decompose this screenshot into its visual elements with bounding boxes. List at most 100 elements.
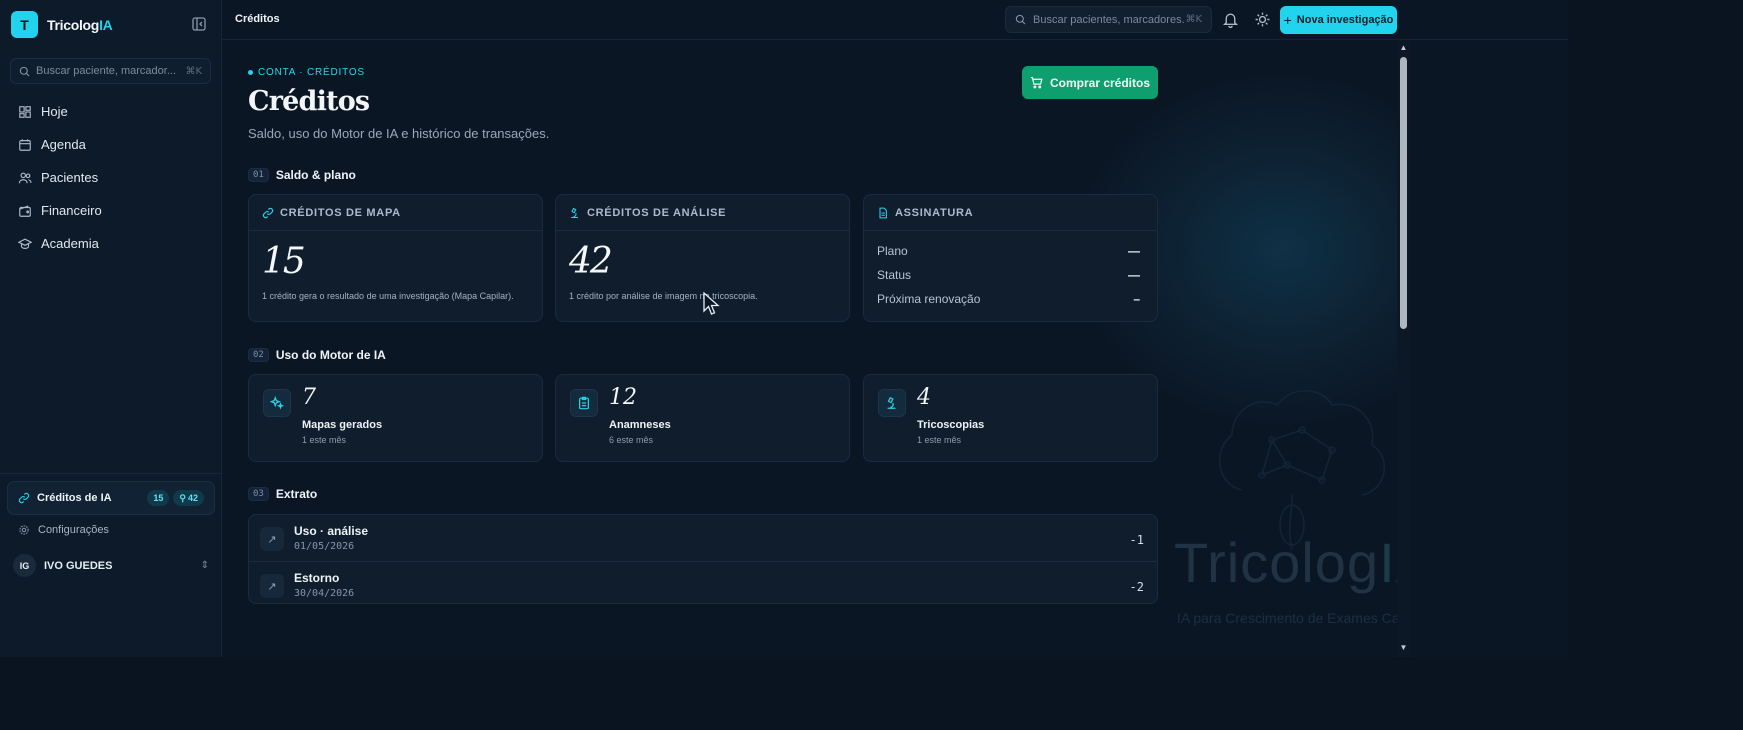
scroll-down-arrow-icon[interactable]: ▼ — [1399, 643, 1408, 652]
scrollbar-thumb[interactable] — [1400, 57, 1407, 329]
card-header: CRÉDITOS DE ANÁLISE — [556, 195, 849, 231]
transaction-date: 30/04/2026 — [294, 588, 355, 599]
avatar: IG — [13, 554, 36, 577]
section-usage-heading: 02 Uso do Motor de IA — [248, 348, 386, 362]
brand[interactable]: T TricologIA — [11, 11, 113, 38]
app-window: T TricologIA Buscar paciente, marcador..… — [0, 0, 1568, 657]
map-credits-note: 1 crédito gera o resultado de uma invest… — [262, 291, 514, 301]
sun-icon[interactable] — [1254, 11, 1271, 28]
sidebar-item-hoje[interactable]: Hoje — [10, 95, 212, 128]
sidebar-item-academia[interactable]: Academia — [10, 227, 212, 260]
link-icon — [18, 492, 30, 504]
new-investigation-label: Nova investigação — [1296, 14, 1394, 26]
analysis-credits-badge: ⚲ 42 — [173, 490, 204, 506]
microscope-icon — [571, 207, 578, 218]
transaction-title: Estorno — [294, 571, 340, 585]
anamneses-card: 12 Anamneses 6 este mês — [555, 374, 850, 462]
sidebar-collapse-icon[interactable] — [191, 16, 207, 32]
stat-value: 7 — [302, 385, 316, 410]
users-icon — [18, 172, 32, 183]
search-icon — [19, 66, 30, 76]
sidebar-item-label: Agenda — [41, 137, 86, 152]
dashboard-icon — [19, 105, 31, 118]
sidebar-item-label: Hoje — [41, 104, 68, 119]
stat-meta: 6 este mês — [609, 435, 654, 445]
cart-icon — [1030, 77, 1043, 89]
map-credits-value: 15 — [262, 241, 306, 282]
transactions-list: ↗ Uso · análise 01/05/2026 -1 ↗ Estorno … — [248, 514, 1158, 604]
transaction-row[interactable]: ↗ Uso · análise 01/05/2026 -1 — [249, 515, 1157, 562]
sidebar-search-input[interactable]: Buscar paciente, marcador... ⌘K — [10, 58, 211, 84]
calendar-icon — [19, 138, 31, 151]
gear-icon — [19, 525, 29, 535]
buy-credits-button[interactable]: Comprar créditos — [1022, 66, 1158, 99]
global-search-input[interactable]: Buscar pacientes, marcadores... ⌘K — [1005, 6, 1212, 33]
outer-background — [1568, 0, 1743, 730]
credits-label: Créditos de IA — [37, 492, 112, 504]
watermark-tagline: IA para Crescimento de Exames Capilares — [1177, 610, 1397, 626]
watermark-text: TricologIA — [1174, 531, 1397, 594]
dot-icon — [248, 70, 253, 75]
topbar-title: Créditos — [235, 13, 280, 25]
mouse-cursor-icon — [703, 292, 720, 315]
stat-meta: 1 este mês — [302, 435, 347, 445]
trichoscopies-card: 4 Tricoscopias 1 este mês — [863, 374, 1158, 462]
settings-label: Configurações — [38, 524, 109, 536]
subscription-card: ASSINATURA Plano — Status — Próxima renova… — [863, 194, 1158, 322]
renewal-row: Próxima renovação – — [877, 292, 1140, 306]
section-statement-heading: 03 Extrato — [248, 487, 317, 501]
breadcrumb: CONTA · CRÉDITOS — [248, 67, 365, 78]
stat-label: Tricoscopias — [917, 419, 985, 431]
map-credits-card: CRÉDITOS DE MAPA 15 1 crédito gera o res… — [248, 194, 543, 322]
chevron-up-down-icon: ⇕ — [200, 560, 209, 571]
section-balance-heading: 01 Saldo & plano — [248, 168, 356, 182]
bell-icon[interactable] — [1222, 11, 1239, 29]
stat-meta: 1 este mês — [917, 435, 962, 445]
stat-value: 4 — [917, 385, 931, 410]
transaction-row[interactable]: ↗ Estorno 30/04/2026 -2 — [249, 562, 1157, 603]
scroll-up-arrow-icon[interactable]: ▲ — [1399, 43, 1408, 52]
link-icon — [262, 207, 274, 218]
stat-label: Mapas gerados — [302, 419, 383, 431]
search-placeholder: Buscar pacientes, marcadores... — [1033, 13, 1186, 26]
microscope-icon — [878, 389, 906, 417]
user-name: IVO GUEDES — [44, 559, 113, 572]
brand-logo: T — [11, 11, 38, 38]
sidebar-item-creditos-ia[interactable]: Créditos de IA 15 ⚲ 42 — [7, 481, 215, 515]
clipboard-icon — [570, 389, 598, 417]
wallet-icon — [19, 204, 31, 217]
sidebar-item-configuracoes[interactable]: Configurações — [18, 524, 109, 536]
card-header: ASSINATURA — [864, 195, 1157, 231]
brain-logo-icon — [1218, 390, 1386, 551]
sidebar-item-financeiro[interactable]: Financeiro — [10, 194, 212, 227]
transaction-title: Uso · análise — [294, 524, 369, 538]
brand-name: TricologIA — [47, 16, 113, 33]
analysis-credits-note: 1 crédito por análise de imagem na trico… — [569, 291, 758, 301]
sidebar-item-label: Academia — [41, 236, 99, 251]
stat-value: 12 — [609, 385, 637, 410]
arrow-up-right-icon: ↗ — [260, 574, 284, 598]
sidebar-item-pacientes[interactable]: Pacientes — [10, 161, 212, 194]
transaction-amount: -2 — [1129, 580, 1144, 594]
page-title: Créditos — [248, 86, 370, 117]
sidebar-item-agenda[interactable]: Agenda — [10, 128, 212, 161]
new-investigation-button[interactable]: + Nova investigação — [1280, 6, 1397, 34]
sparkles-icon — [263, 389, 291, 417]
outer-background-bottom — [0, 657, 1743, 730]
sidebar-divider — [0, 473, 222, 474]
analysis-credits-value: 42 — [569, 241, 613, 282]
arrow-up-right-icon: ↗ — [260, 527, 284, 551]
transaction-date: 01/05/2026 — [294, 541, 355, 552]
plan-row: Plano — — [877, 244, 1140, 258]
search-placeholder: Buscar paciente, marcador... — [36, 65, 177, 77]
stat-label: Anamneses — [609, 419, 671, 431]
maps-generated-card: 7 Mapas gerados 1 este mês — [248, 374, 543, 462]
sidebar-nav: Hoje Agenda Pacientes Financeiro Academi… — [10, 95, 212, 260]
search-shortcut: ⌘K — [185, 65, 202, 77]
graduation-cap-icon — [18, 238, 32, 249]
transaction-amount: -1 — [1129, 533, 1144, 547]
status-row: Status — — [877, 268, 1140, 282]
vertical-scrollbar[interactable]: ▲ ▼ — [1397, 40, 1410, 657]
user-menu[interactable]: IG IVO GUEDES ⇕ — [13, 554, 209, 577]
sidebar-item-label: Pacientes — [41, 170, 99, 185]
